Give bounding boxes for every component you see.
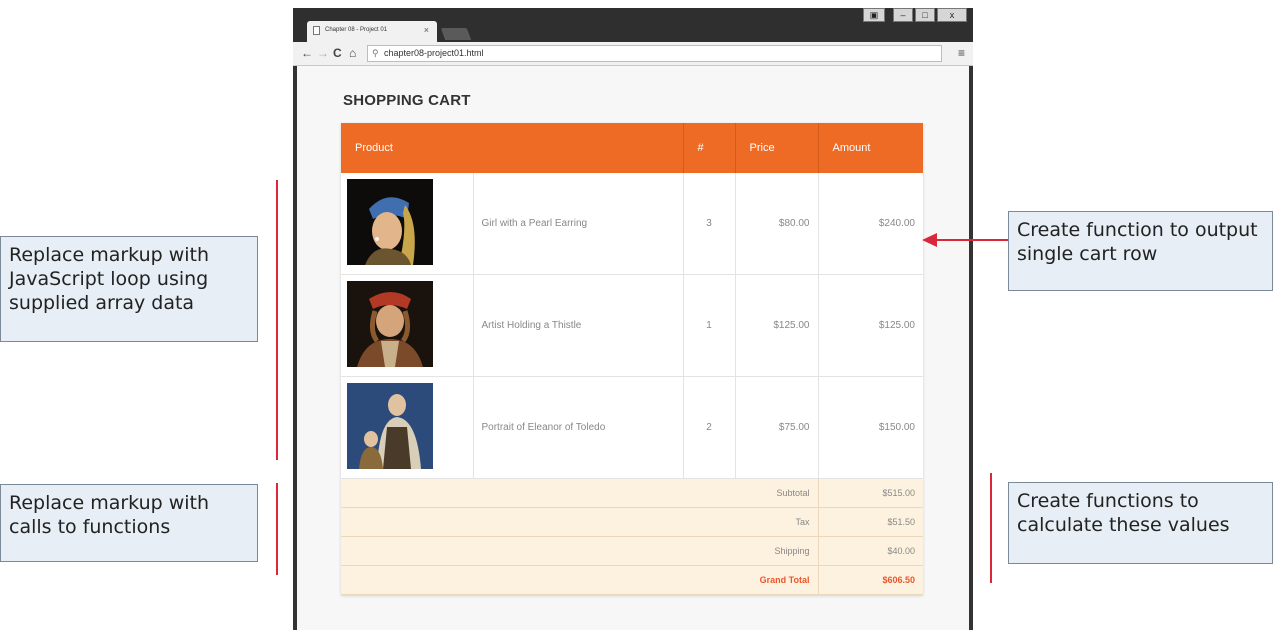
menu-icon[interactable]: ≡ <box>958 47 965 59</box>
subtotal-label: Subtotal <box>341 478 819 508</box>
subtotal-row: Subtotal $515.00 <box>341 478 923 508</box>
header-price: Price <box>735 123 819 173</box>
window-controls: ▣ – □ x <box>863 8 967 22</box>
product-amount: $150.00 <box>818 376 923 479</box>
title-bar: Chapter 08 - Project 01 × ▣ – □ x <box>293 8 973 42</box>
product-price: $80.00 <box>735 173 819 275</box>
browser-window: Chapter 08 - Project 01 × ▣ – □ x ← → C … <box>293 8 973 630</box>
product-image-cell <box>341 173 474 275</box>
annotation-row-function: Create function to output single cart ro… <box>1008 211 1273 291</box>
home-icon[interactable]: ⌂ <box>349 46 356 60</box>
product-name: Portrait of Eleanor of Toledo <box>473 376 684 479</box>
address-bar[interactable]: ⚲ chapter08-project01.html <box>367 45 942 62</box>
product-qty: 3 <box>683 173 736 275</box>
back-arrow-icon[interactable]: ← <box>301 46 313 60</box>
header-qty: # <box>683 123 736 173</box>
header-product: Product <box>341 123 684 173</box>
annotation-calc-functions: Create functions to calculate these valu… <box>1008 482 1273 564</box>
shipping-value: $40.00 <box>818 536 923 566</box>
cart-table: Product # Price Amount Girl with a Pearl… <box>341 123 923 595</box>
search-icon: ⚲ <box>372 48 379 58</box>
product-qty: 1 <box>683 274 736 377</box>
grand-total-row: Grand Total $606.50 <box>341 565 923 595</box>
product-amount: $240.00 <box>818 173 923 275</box>
product-image-cell <box>341 376 474 479</box>
painting-thistle-image <box>347 281 433 367</box>
painting-pearl-earring-image <box>347 179 433 265</box>
product-name: Artist Holding a Thistle <box>473 274 684 377</box>
annotation-bracket-summary <box>276 483 278 575</box>
tab-title: Chapter 08 - Project 01 <box>325 27 388 33</box>
grand-total-value: $606.50 <box>818 565 923 595</box>
product-price: $75.00 <box>735 376 819 479</box>
painting-eleanor-image <box>347 383 433 469</box>
product-amount: $125.00 <box>818 274 923 377</box>
annotation-loop: Replace markup with JavaScript loop usin… <box>0 236 258 342</box>
reload-icon[interactable]: C <box>333 46 342 60</box>
tax-label: Tax <box>341 507 819 537</box>
annotation-arrow-line <box>936 239 1008 241</box>
user-icon[interactable]: ▣ <box>863 8 885 22</box>
cart-header-row: Product # Price Amount <box>341 123 923 173</box>
product-price: $125.00 <box>735 274 819 377</box>
new-tab-button[interactable] <box>440 28 472 40</box>
screenshot-root: Chapter 08 - Project 01 × ▣ – □ x ← → C … <box>0 0 1273 630</box>
annotation-bracket-rows <box>276 180 278 460</box>
maximize-button[interactable]: □ <box>915 8 935 22</box>
annotation-arrow-head-icon <box>922 233 937 247</box>
product-image-cell <box>341 274 474 377</box>
tax-row: Tax $51.50 <box>341 507 923 537</box>
cart-row: Portrait of Eleanor of Toledo 2 $75.00 $… <box>341 376 923 479</box>
browser-toolbar: ← → C ⌂ ⚲ chapter08-project01.html ≡ <box>293 42 973 66</box>
page-icon <box>313 26 320 35</box>
minimize-button[interactable]: – <box>893 8 913 22</box>
annotation-calls: Replace markup with calls to functions <box>0 484 258 562</box>
page-viewport: SHOPPING CART Product # Price Amount Gir… <box>297 66 969 630</box>
shipping-label: Shipping <box>341 536 819 566</box>
cart-row: Girl with a Pearl Earring 3 $80.00 $240.… <box>341 173 923 275</box>
product-name: Girl with a Pearl Earring <box>473 173 684 275</box>
grand-total-label: Grand Total <box>341 565 819 595</box>
forward-arrow-icon[interactable]: → <box>317 46 329 60</box>
close-button[interactable]: x <box>937 8 967 22</box>
tab-close-icon[interactable]: × <box>424 25 429 35</box>
cart-row: Artist Holding a Thistle 1 $125.00 $125.… <box>341 274 923 377</box>
subtotal-value: $515.00 <box>818 478 923 508</box>
browser-tab[interactable]: Chapter 08 - Project 01 × <box>307 21 437 42</box>
shipping-row: Shipping $40.00 <box>341 536 923 566</box>
page-title: SHOPPING CART <box>343 92 471 109</box>
annotation-bracket-values <box>990 473 992 583</box>
product-qty: 2 <box>683 376 736 479</box>
address-url: chapter08-project01.html <box>384 48 484 58</box>
tax-value: $51.50 <box>818 507 923 537</box>
header-amount: Amount <box>818 123 923 173</box>
